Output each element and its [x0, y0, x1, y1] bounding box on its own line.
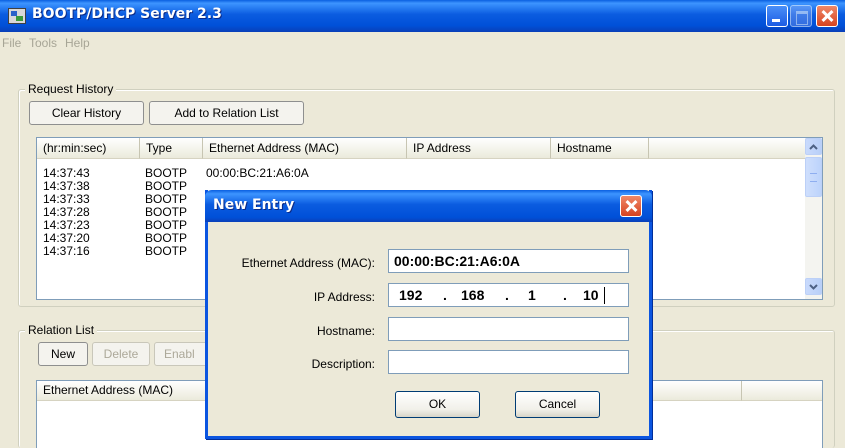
window-title: BOOTP/DHCP Server 2.3: [32, 6, 222, 22]
row-type: BOOTP: [145, 244, 188, 258]
hostname-label: Hostname:: [316, 324, 375, 338]
col-mac[interactable]: Ethernet Address (MAC): [203, 138, 407, 159]
row-time: 14:37:20: [43, 231, 90, 245]
row-mac: 00:00:BC:21:A6:0A: [206, 166, 309, 180]
row-type: BOOTP: [145, 179, 188, 193]
clear-history-button[interactable]: Clear History: [29, 101, 144, 125]
row-time: 14:37:38: [43, 179, 90, 193]
col-ip[interactable]: IP Address: [407, 138, 551, 159]
request-history-header: (hr:min:sec) Type Ethernet Address (MAC)…: [37, 138, 806, 159]
ip-octet-4: 10: [583, 287, 599, 303]
ip-dot: .: [563, 287, 567, 303]
scroll-thumb[interactable]: [805, 157, 822, 197]
row-time: 14:37:23: [43, 218, 90, 232]
new-button[interactable]: New: [38, 342, 88, 366]
ip-octet-2: 168: [461, 287, 485, 303]
dialog-title: New Entry: [213, 197, 295, 213]
add-to-relation-list-button[interactable]: Add to Relation List: [149, 101, 304, 125]
hostname-input[interactable]: [388, 317, 629, 341]
row-type: BOOTP: [145, 192, 188, 206]
scroll-up-button[interactable]: [805, 138, 822, 155]
row-time: 14:37:33: [43, 192, 90, 206]
close-button[interactable]: [816, 5, 838, 27]
app-icon: [8, 8, 26, 24]
ip-address-input[interactable]: 192 . 168 . 1 . 10: [388, 283, 629, 307]
dialog-close-button[interactable]: [620, 195, 642, 217]
delete-button: Delete: [92, 342, 150, 366]
description-label: Description:: [311, 357, 375, 371]
ip-dot: .: [443, 287, 447, 303]
maximize-button: [790, 5, 812, 27]
minimize-button[interactable]: [766, 5, 788, 27]
chevron-up-icon: [809, 144, 818, 150]
mac-input[interactable]: 00:00:BC:21:A6:0A: [388, 249, 629, 273]
rl-col-mac[interactable]: Ethernet Address (MAC): [37, 381, 217, 401]
col-time[interactable]: (hr:min:sec): [37, 138, 140, 159]
ip-label: IP Address:: [313, 290, 375, 304]
main-title-bar[interactable]: BOOTP/DHCP Server 2.3: [0, 0, 845, 32]
request-history-scrollbar[interactable]: [805, 138, 822, 299]
menu-file: File: [2, 36, 22, 50]
col-hostname[interactable]: Hostname: [551, 138, 649, 159]
cancel-button[interactable]: Cancel: [515, 391, 600, 418]
relation-list-legend: Relation List: [25, 323, 98, 337]
rl-col-blank-2[interactable]: [742, 381, 822, 401]
row-time: 14:37:28: [43, 205, 90, 219]
mac-label: Ethernet Address (MAC):: [241, 256, 375, 270]
row-type: BOOTP: [145, 231, 188, 245]
scroll-down-button[interactable]: [805, 278, 822, 295]
description-input[interactable]: [388, 350, 629, 374]
row-type: BOOTP: [145, 218, 188, 232]
menu-tools: Tools: [29, 36, 58, 50]
col-type[interactable]: Type: [140, 138, 203, 159]
chevron-down-icon: [809, 284, 818, 290]
row-time: 14:37:16: [43, 244, 90, 258]
row-time: 14:37:43: [43, 166, 90, 180]
mac-value: 00:00:BC:21:A6:0A: [394, 253, 521, 269]
ip-octet-3: 1: [528, 287, 536, 303]
dialog-title-bar[interactable]: New Entry: [205, 190, 652, 222]
row-type: BOOTP: [145, 166, 188, 180]
ip-dot: .: [505, 287, 509, 303]
ip-octet-1: 192: [399, 287, 423, 303]
new-entry-dialog: New Entry Ethernet Address (MAC): 00:00:…: [205, 190, 652, 439]
ok-button[interactable]: OK: [395, 391, 480, 418]
menu-help: Help: [65, 36, 90, 50]
request-history-legend: Request History: [25, 82, 117, 96]
text-caret: [604, 287, 605, 304]
col-filler: [649, 138, 806, 159]
row-type: BOOTP: [145, 205, 188, 219]
menu-bar: File Tools Help: [0, 32, 845, 54]
